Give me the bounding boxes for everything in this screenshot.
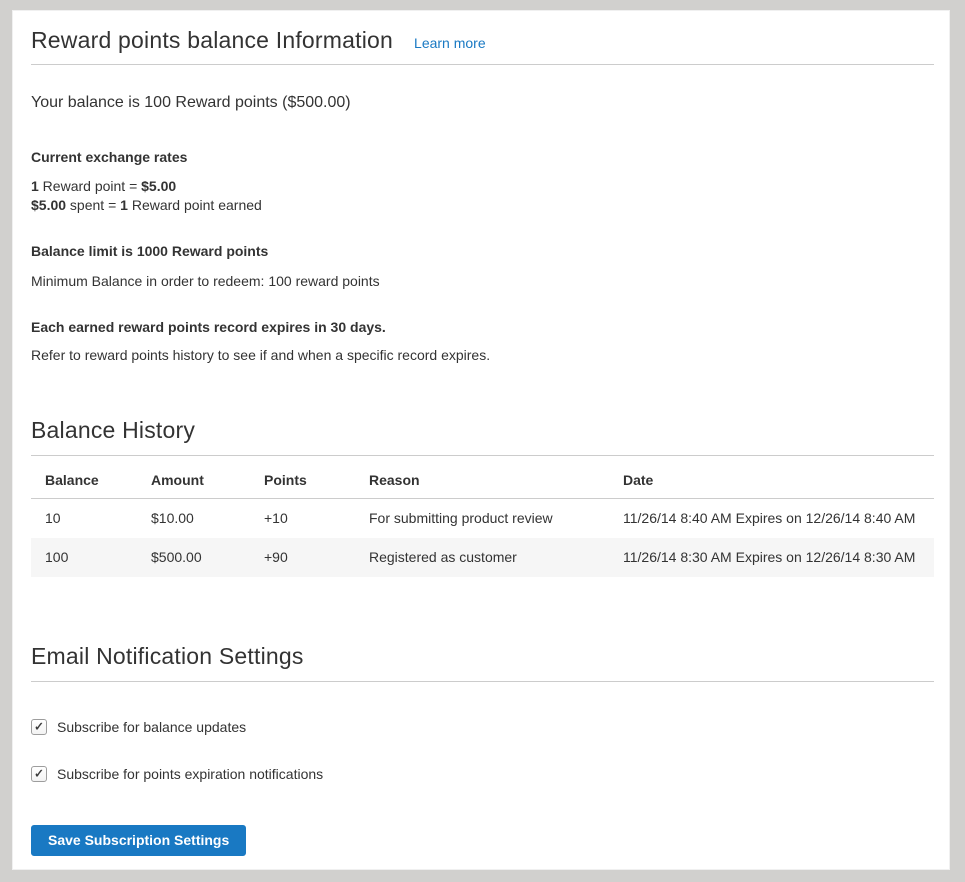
balance-history-heading: Balance History: [31, 415, 934, 446]
checkmark-icon: ✓: [34, 721, 44, 733]
exchange-rate-lines: 1 Reward point = $5.00$5.00 spent = 1 Re…: [31, 177, 934, 215]
balance-limit-note: Balance limit is 1000 Reward points: [31, 242, 934, 261]
table-row: 100 $500.00 +90 Registered as customer 1…: [31, 538, 934, 577]
column-header-date: Date: [609, 456, 934, 499]
save-subscription-settings-button[interactable]: Save Subscription Settings: [31, 825, 246, 856]
table-row: 10 $10.00 +10 For submitting product rev…: [31, 499, 934, 539]
email-settings-heading: Email Notification Settings: [31, 641, 934, 672]
column-header-amount: Amount: [137, 456, 250, 499]
balance-summary: Your balance is 100 Reward points ($500.…: [31, 92, 934, 113]
cell-reason: Registered as customer: [355, 538, 609, 577]
cell-reason: For submitting product review: [355, 499, 609, 539]
cell-date: 11/26/14 8:40 AM Expires on 12/26/14 8:4…: [609, 499, 934, 539]
points-expiration-option: ✓ Subscribe for points expiration notifi…: [31, 765, 934, 783]
points-expiration-checkbox[interactable]: ✓: [31, 766, 47, 782]
checkmark-icon: ✓: [34, 768, 44, 780]
learn-more-link[interactable]: Learn more: [414, 35, 486, 51]
cell-amount: $10.00: [137, 499, 250, 539]
expiration-note: Each earned reward points record expires…: [31, 318, 934, 337]
balance-updates-option: ✓ Subscribe for balance updates: [31, 718, 934, 736]
minimum-balance-note: Minimum Balance in order to redeem: 100 …: [31, 272, 934, 291]
column-header-points: Points: [250, 456, 355, 499]
expiration-history-hint: Refer to reward points history to see if…: [31, 346, 934, 365]
page-background: { "header": { "title": "Reward points ba…: [0, 0, 965, 882]
header-divider: [31, 64, 934, 65]
table-header-row: Balance Amount Points Reason Date: [31, 456, 934, 499]
column-header-reason: Reason: [355, 456, 609, 499]
cell-balance: 100: [31, 538, 137, 577]
exchange-rates-heading: Current exchange rates: [31, 148, 934, 167]
cell-points: +10: [250, 499, 355, 539]
cell-balance: 10: [31, 499, 137, 539]
page-title: Reward points balance Information: [31, 25, 393, 55]
column-header-balance: Balance: [31, 456, 137, 499]
balance-updates-label[interactable]: Subscribe for balance updates: [57, 718, 246, 736]
balance-updates-checkbox[interactable]: ✓: [31, 719, 47, 735]
email-settings-divider: [31, 681, 934, 682]
points-expiration-label[interactable]: Subscribe for points expiration notifica…: [57, 765, 323, 783]
balance-history-table: Balance Amount Points Reason Date 10 $10…: [31, 456, 934, 577]
reward-info-card: Reward points balance Information Learn …: [12, 10, 950, 870]
rate-line-1: 1 Reward point = $5.00: [31, 177, 934, 196]
cell-date: 11/26/14 8:30 AM Expires on 12/26/14 8:3…: [609, 538, 934, 577]
cell-points: +90: [250, 538, 355, 577]
page-header: Reward points balance Information Learn …: [31, 11, 934, 55]
cell-amount: $500.00: [137, 538, 250, 577]
rate-line-2: $5.00 spent = 1 Reward point earned: [31, 196, 934, 215]
